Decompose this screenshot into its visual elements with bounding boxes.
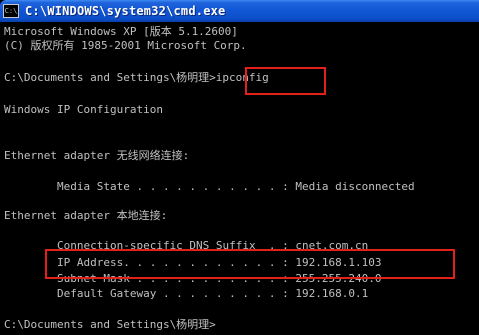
cmd-window: C:\ C:\WINDOWS\system32\cmd.exe Microsof… [0, 0, 479, 335]
subnet-mask-line: Subnet Mask . . . . . . . . . . . : 255.… [4, 272, 382, 285]
ip-address-line: IP Address. . . . . . . . . . . . : 192.… [4, 256, 382, 269]
command-prompt-line: C:\Documents and Settings\杨明理>ipconfig [4, 71, 269, 84]
default-gateway-line: Default Gateway . . . . . . . . . : 192.… [4, 287, 369, 300]
command-prompt-line: C:\Documents and Settings\杨明理> [4, 318, 216, 331]
dns-suffix-line: Connection-specific DNS Suffix . : cnet.… [4, 239, 369, 252]
console-line: (C) 版权所有 1985-2001 Microsoft Corp. [4, 39, 247, 52]
media-state-line: Media State . . . . . . . . . . . : Medi… [4, 180, 415, 193]
console-icon-glyph: C:\ [4, 6, 18, 15]
console-line: Windows IP Configuration [4, 103, 163, 116]
console-icon[interactable]: C:\ [3, 4, 19, 18]
adapter-heading: Ethernet adapter 无线网络连接: [4, 149, 190, 162]
console-line: Microsoft Windows XP [版本 5.1.2600] [4, 25, 238, 38]
adapter-heading: Ethernet adapter 本地连接: [4, 209, 168, 222]
window-title: C:\WINDOWS\system32\cmd.exe [25, 4, 226, 18]
title-bar[interactable]: C:\ C:\WINDOWS\system32\cmd.exe [0, 0, 479, 22]
console-output[interactable]: Microsoft Windows XP [版本 5.1.2600] (C) 版… [4, 25, 479, 335]
